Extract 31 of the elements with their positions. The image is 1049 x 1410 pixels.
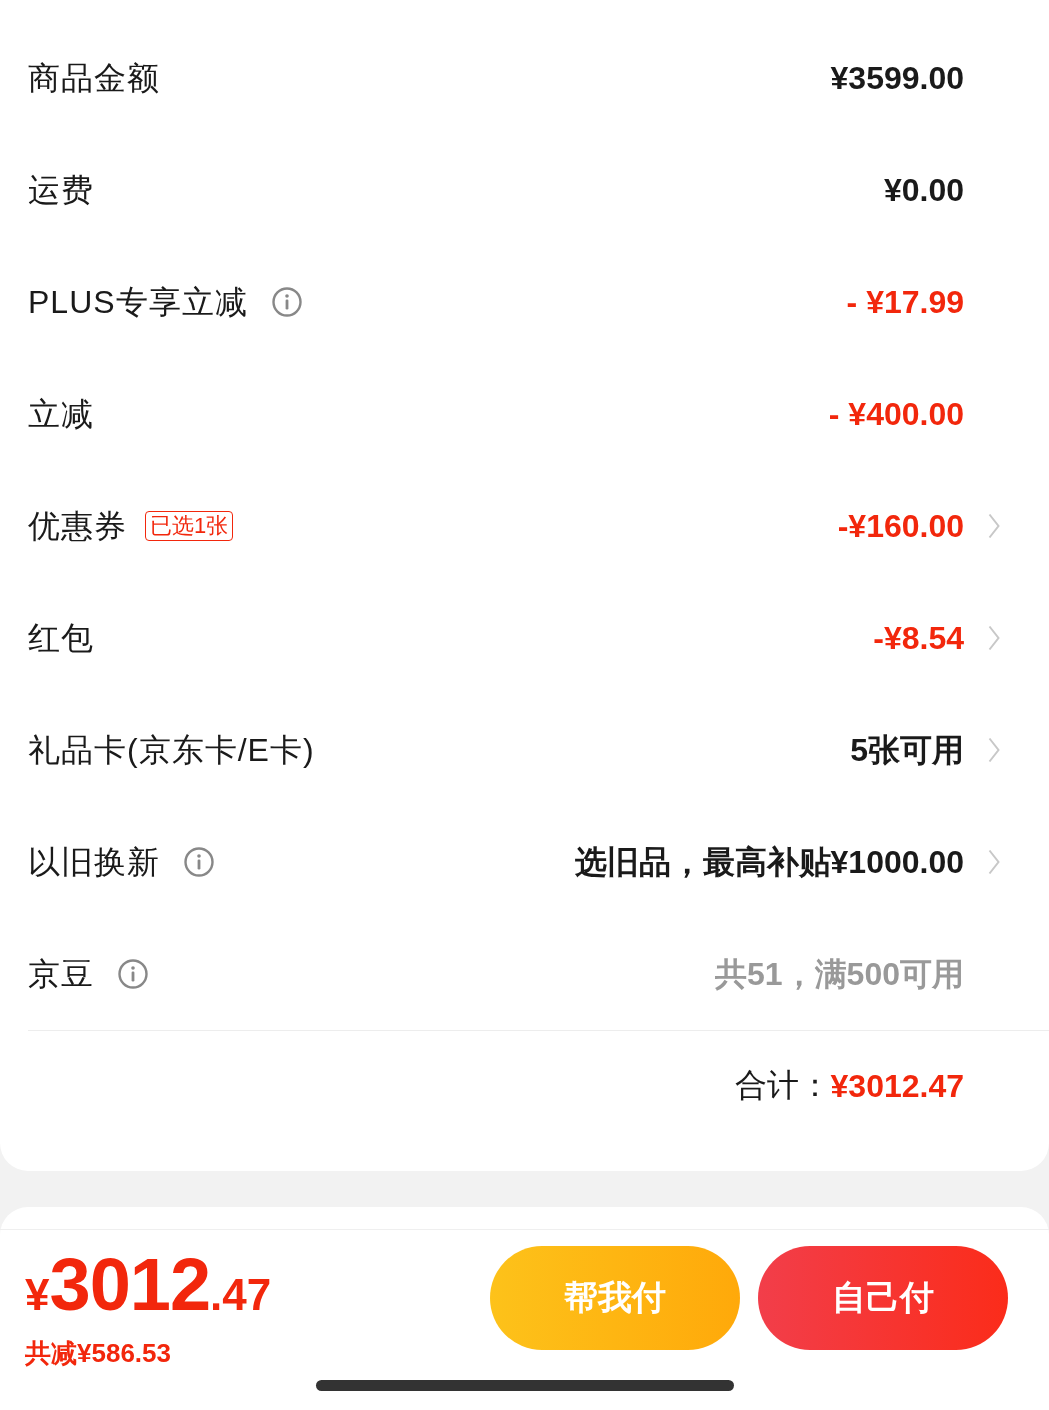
row-value: 选旧品，最高补贴¥1000.00: [574, 842, 964, 882]
row-value: - ¥400.00: [828, 394, 964, 434]
row-label: PLUS专享立减: [28, 282, 248, 322]
row-label: 优惠券: [28, 506, 127, 546]
coupon-tag: 已选1张: [145, 511, 234, 541]
row-label: 红包: [28, 618, 94, 658]
chevron-icon[interactable]: [988, 513, 1000, 539]
savings-text: 共减¥586.53: [25, 1337, 172, 1370]
row-value: ¥0.00: [883, 170, 964, 210]
row-value: 共51，满500可用: [715, 954, 964, 994]
row-label: 运费: [28, 170, 94, 210]
info-icon[interactable]: [118, 959, 148, 989]
row-value: ¥3599.00: [830, 58, 964, 98]
row-value: 5张可用: [850, 730, 964, 770]
row-value: -¥8.54: [873, 618, 964, 658]
row-label: 立减: [28, 394, 94, 434]
row-value: -¥160.00: [837, 506, 964, 546]
pay-self-button[interactable]: 自己付: [758, 1246, 1008, 1350]
row-label: 京豆: [28, 954, 94, 994]
row-value: - ¥17.99: [846, 282, 964, 322]
payable-price: ¥3012.47: [25, 1248, 272, 1322]
chevron-icon[interactable]: [988, 849, 1000, 875]
info-icon[interactable]: [271, 287, 302, 317]
total-label: 合计：: [734, 1066, 831, 1105]
total-amount: ¥3012.47: [830, 1067, 964, 1105]
chevron-icon[interactable]: [988, 737, 1000, 763]
row-label: 礼品卡(京东卡/E卡): [28, 730, 315, 770]
chevron-icon[interactable]: [988, 625, 1000, 651]
row-label: 以旧换新: [28, 842, 160, 882]
row-label: 商品金额: [28, 58, 160, 98]
info-icon[interactable]: [184, 847, 214, 877]
